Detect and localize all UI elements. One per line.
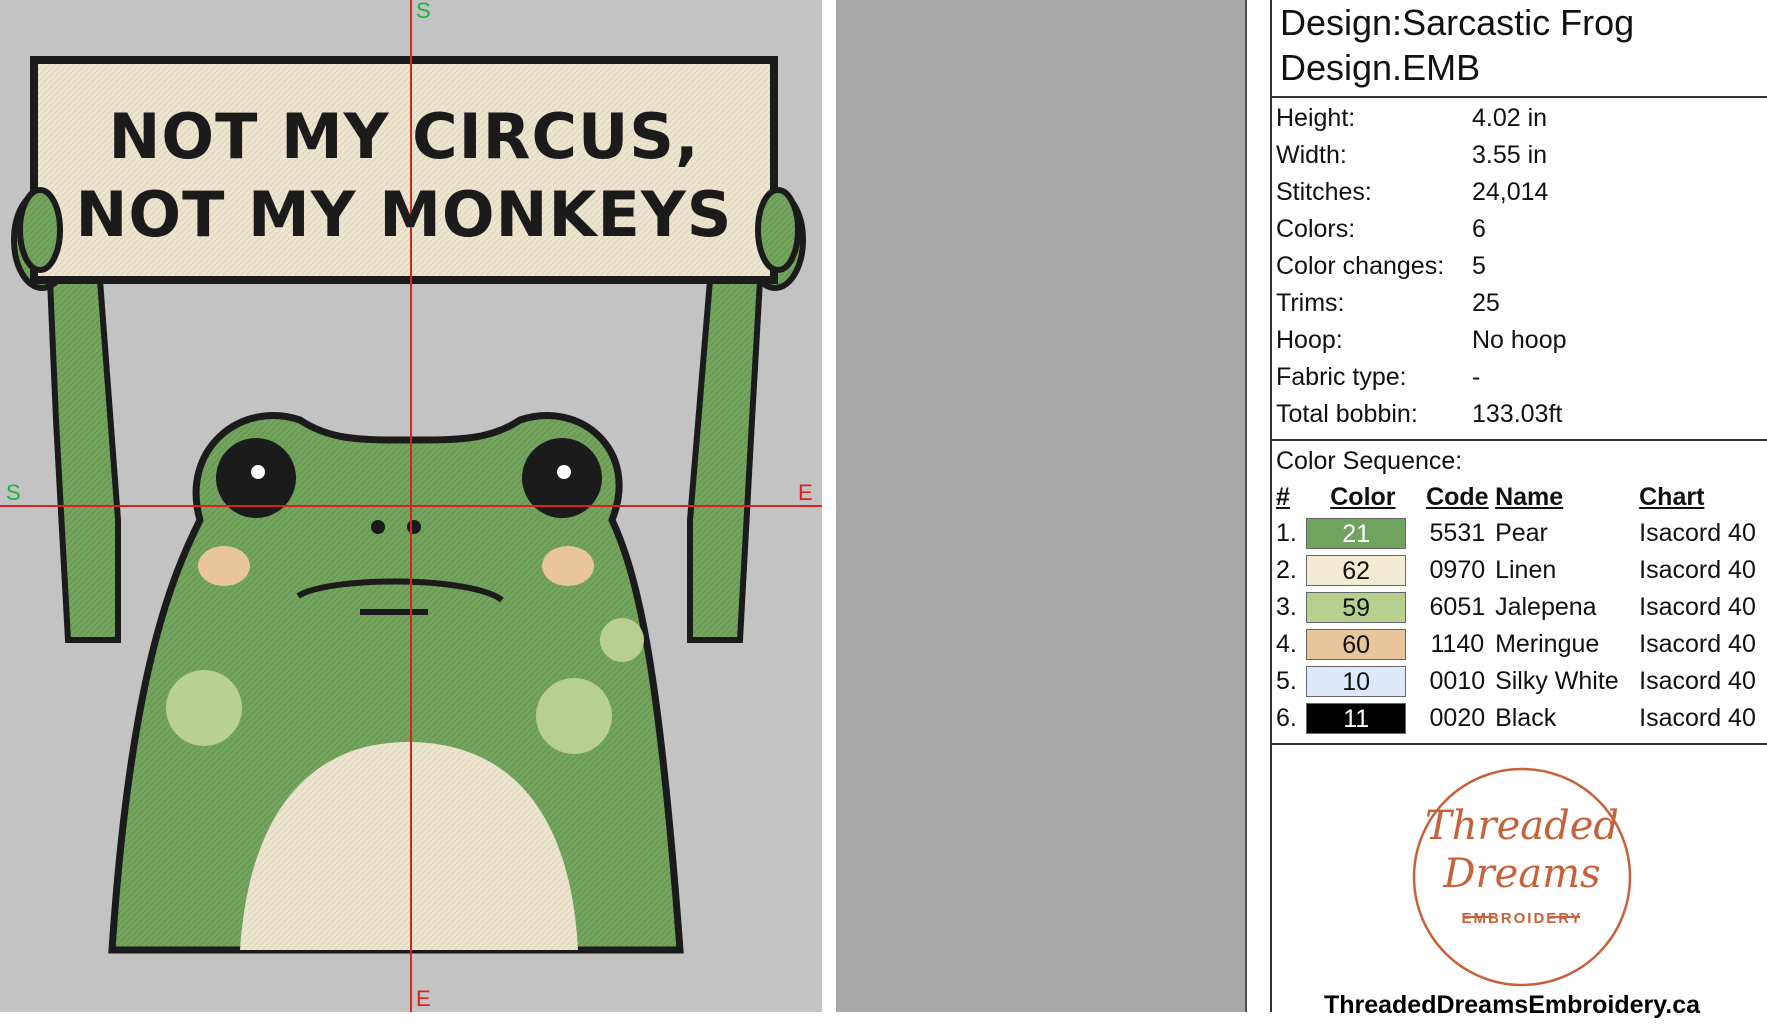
color-swatch: 59 — [1306, 592, 1407, 623]
property-row: Colors: 6 — [1276, 215, 1486, 243]
design-title: Design:Sarcastic Frog Design.EMB — [1272, 0, 1767, 98]
color-swatch: 10 — [1306, 666, 1407, 697]
color-swatch-cell: 11 — [1306, 700, 1419, 737]
table-row: 4. 60 1140 Meringue Isacord 40 — [1276, 626, 1767, 663]
property-row: Height: 4.02 in — [1276, 104, 1548, 132]
property-row: Hoop: No hoop — [1276, 326, 1567, 354]
thread-name: Black — [1495, 704, 1557, 732]
thread-code: 0020 — [1429, 704, 1486, 732]
guide-label-right: E — [798, 480, 813, 505]
color-swatch-cell: 60 — [1306, 626, 1419, 663]
brand-logo-area: Threaded Dreams EMBROIDERY ThreadedDream… — [1272, 745, 1767, 1025]
col-header-name: Name — [1495, 482, 1564, 511]
table-row: 2. 62 0970 Linen Isacord 40 — [1276, 552, 1767, 589]
thread-name: Pear — [1495, 519, 1548, 547]
frog-cheek-left — [198, 546, 250, 586]
row-number: 3. — [1276, 593, 1297, 621]
panel-divider — [822, 0, 836, 1012]
thread-name: Meringue — [1495, 630, 1600, 658]
thread-code: 5531 — [1429, 519, 1486, 547]
logo-word-embroidery: EMBROIDERY — [1461, 910, 1582, 927]
design-info-panel: Design:Sarcastic Frog Design.EMB Height:… — [1247, 0, 1767, 1019]
thread-chart: Isacord 40 — [1639, 667, 1756, 695]
col-header-chart: Chart — [1639, 482, 1705, 511]
guide-label-left: S — [6, 480, 21, 505]
row-number: 2. — [1276, 556, 1297, 584]
property-row: Width: 3.55 in — [1276, 141, 1548, 169]
thread-name: Silky White — [1495, 667, 1619, 695]
thread-code: 0970 — [1429, 556, 1486, 584]
empty-workspace-panel — [836, 0, 1247, 1012]
logo-word-threaded: Threaded — [1425, 803, 1619, 849]
sign-text: NOT MY CIRCUS, NOT MY MONKEYS — [40, 98, 768, 254]
table-row: 3. 59 6051 Jalepena Isacord 40 — [1276, 589, 1767, 626]
frog-nostril-right — [407, 520, 421, 534]
color-swatch: 60 — [1306, 629, 1407, 660]
color-swatch-cell: 21 — [1306, 515, 1419, 552]
color-swatch-cell: 62 — [1306, 552, 1419, 589]
property-row: Trims: 25 — [1276, 289, 1500, 317]
property-row: Fabric type: - — [1276, 363, 1481, 391]
property-row: Total bobbin: 133.03ft — [1276, 400, 1563, 428]
table-row: 1. 21 5531 Pear Isacord 40 — [1276, 515, 1767, 552]
logo-website: ThreadedDreamsEmbroidery.ca — [1324, 991, 1701, 1019]
design-title-line1: Design:Sarcastic Frog — [1280, 2, 1635, 43]
logo-word-dreams: Dreams — [1442, 851, 1600, 897]
guide-label-top: S — [416, 0, 431, 23]
thread-chart: Isacord 40 — [1639, 593, 1756, 621]
frog-spot — [600, 618, 644, 662]
col-header-num: # — [1276, 482, 1290, 511]
color-swatch: 21 — [1306, 518, 1407, 549]
color-swatch: 62 — [1306, 555, 1407, 586]
thread-code: 0010 — [1429, 667, 1486, 695]
guide-label-bottom: E — [416, 986, 431, 1011]
thread-chart: Isacord 40 — [1639, 519, 1756, 547]
design-title-line2: Design.EMB — [1280, 47, 1481, 88]
color-swatch: 11 — [1306, 703, 1407, 734]
row-number: 5. — [1276, 667, 1297, 695]
thread-name: Linen — [1495, 556, 1557, 584]
row-number: 6. — [1276, 704, 1297, 732]
property-row: Stitches: 24,014 — [1276, 178, 1549, 206]
design-canvas[interactable]: NOT MY CIRCUS, NOT MY MONKEYS S S E E — [0, 0, 822, 1012]
property-row: Color changes: 5 — [1276, 252, 1486, 280]
color-sequence-table: # Color Code Name Chart 1. 21 5531 Pear Isac… — [1276, 479, 1767, 737]
color-swatch-cell: 10 — [1306, 663, 1419, 700]
frog-spot — [536, 678, 612, 754]
thread-chart: Isacord 40 — [1639, 630, 1756, 658]
frog-nostril-left — [371, 520, 385, 534]
col-header-color: Color — [1330, 482, 1396, 511]
thread-name: Jalepena — [1495, 593, 1597, 621]
thread-chart: Isacord 40 — [1639, 556, 1756, 584]
color-sequence-title: Color Sequence: — [1276, 447, 1463, 475]
frog-cheek-right — [542, 546, 594, 586]
design-properties: Height: 4.02 in Width: 3.55 in Stitches: 24… — [1272, 98, 1767, 441]
thread-code: 1140 — [1430, 630, 1485, 658]
row-number: 1. — [1276, 519, 1297, 547]
color-sequence: Color Sequence: # Color Code Name Chart … — [1272, 443, 1767, 745]
table-header-row: # Color Code Name Chart — [1276, 479, 1767, 515]
table-row: 6. 11 0020 Black Isacord 40 — [1276, 700, 1767, 737]
sign-text-line1: NOT MY CIRCUS, — [108, 100, 700, 173]
brand-logo: Threaded Dreams EMBROIDERY ThreadedDream… — [1324, 767, 1701, 1019]
row-number: 4. — [1276, 630, 1297, 658]
color-swatch-cell: 59 — [1306, 589, 1419, 626]
frog-spot — [166, 670, 242, 746]
table-row: 5. 10 0010 Silky White Isacord 40 — [1276, 663, 1767, 700]
col-header-code: Code — [1426, 482, 1489, 511]
sign-text-line2: NOT MY MONKEYS — [75, 178, 733, 251]
thread-chart: Isacord 40 — [1639, 704, 1756, 732]
thread-code: 6051 — [1429, 593, 1486, 621]
